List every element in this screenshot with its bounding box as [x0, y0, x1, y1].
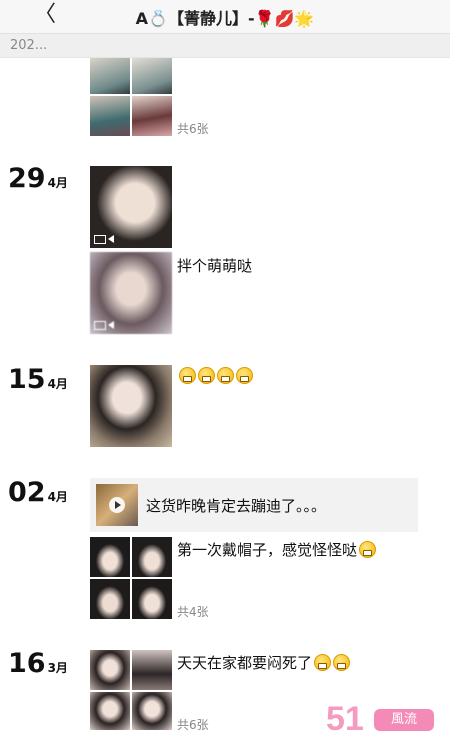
page-title: A💍【菁静儿】-🌹💋🌟	[135, 9, 315, 28]
grin-emoji-icon	[314, 654, 332, 671]
shared-video-card[interactable]: 这货昨晚肯定去蹦迪了。。。	[90, 478, 418, 532]
post-caption: 天天在家都要闷死了	[177, 652, 351, 673]
video-thumb[interactable]	[90, 166, 172, 248]
date-label: 16 3月	[8, 648, 68, 679]
grin-emoji-icon	[359, 541, 377, 558]
video-camera-icon	[94, 235, 106, 244]
photo-count: 共4张	[177, 605, 209, 619]
watermark-number: 51	[326, 700, 364, 738]
photo-thumb[interactable]	[90, 365, 172, 447]
shared-video-title: 这货昨晚肯定去蹦迪了。。。	[146, 497, 327, 515]
photo-thumb[interactable]	[90, 58, 130, 94]
photo-thumb[interactable]	[90, 96, 130, 136]
post-caption: 第一次戴帽子，感觉怪怪哒	[177, 539, 377, 560]
watermark-badge: 風流	[374, 709, 434, 731]
grin-emoji-icon	[198, 367, 215, 384]
photo-thumb[interactable]	[132, 537, 172, 577]
photo-thumb[interactable]	[132, 692, 172, 730]
grin-emoji-icon	[217, 367, 234, 384]
photo-thumb[interactable]	[132, 579, 172, 619]
date-label: 02 4月	[8, 477, 68, 508]
grin-emoji-icon	[236, 367, 253, 384]
photo-thumb[interactable]	[132, 96, 172, 136]
year-divider: 202...	[0, 34, 450, 58]
photo-thumb[interactable]	[90, 579, 130, 619]
photo-thumb[interactable]	[90, 692, 130, 730]
grin-emoji-icon	[333, 654, 351, 671]
date-label: 29 4月	[8, 163, 68, 194]
photo-thumb[interactable]	[90, 650, 130, 690]
photo-count: 共6张	[177, 718, 209, 732]
photo-thumb[interactable]	[132, 650, 172, 690]
shared-video-thumb	[96, 484, 138, 526]
video-thumb[interactable]	[90, 252, 172, 334]
photo-thumb[interactable]	[90, 537, 130, 577]
grin-emoji-icon	[179, 367, 196, 384]
top-nav-bar: 〈 A💍【菁静儿】-🌹💋🌟	[0, 0, 450, 34]
photo-count: 共6张	[177, 122, 209, 136]
year-label: 202...	[10, 38, 48, 53]
play-icon	[109, 497, 125, 513]
photo-thumb[interactable]	[132, 58, 172, 94]
emoji-row	[177, 367, 253, 385]
post-caption: 拌个萌萌哒	[177, 257, 253, 275]
video-camera-icon	[94, 321, 106, 330]
date-label: 15 4月	[8, 364, 68, 395]
